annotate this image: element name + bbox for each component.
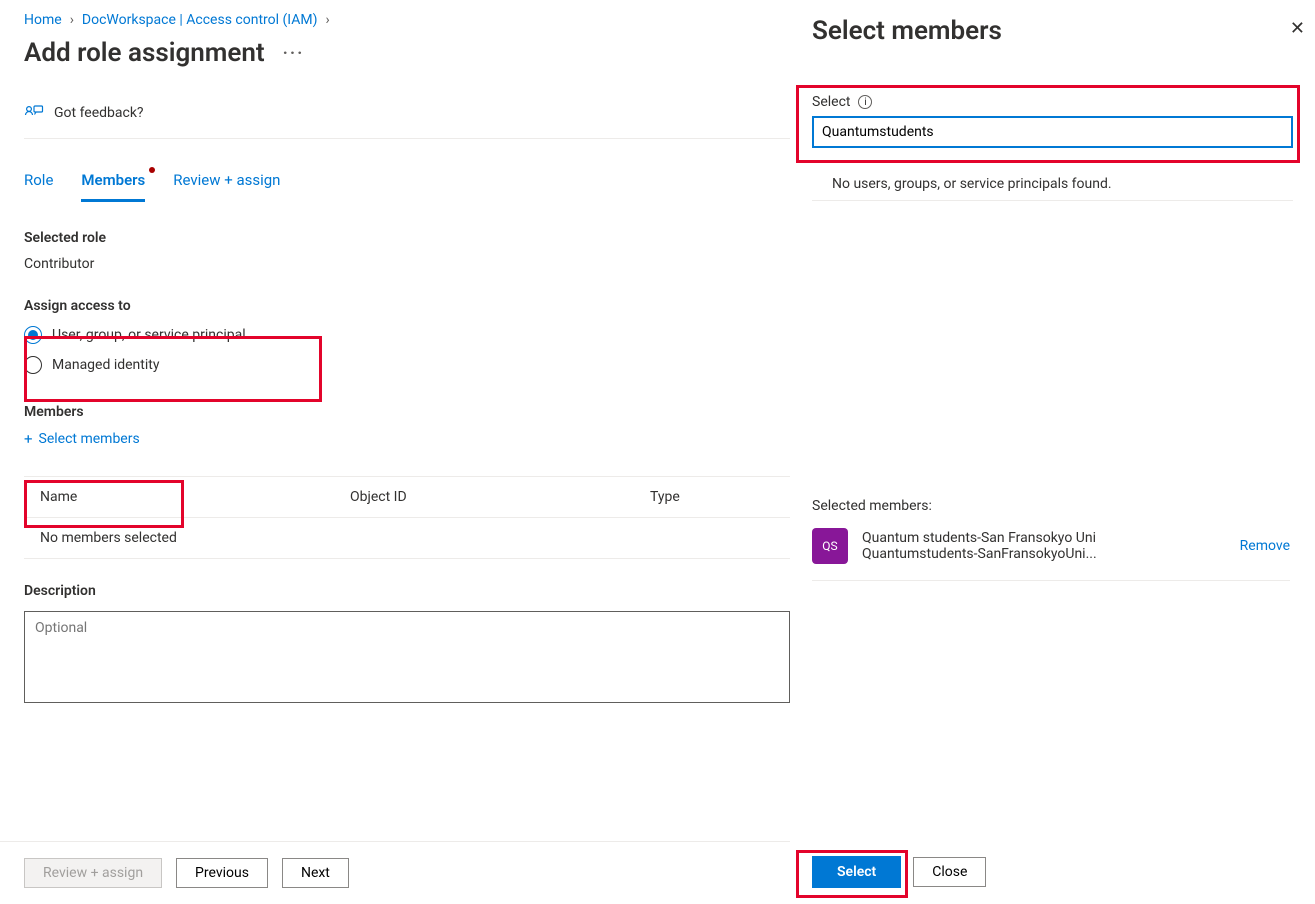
select-members-link[interactable]: + Select members <box>24 430 140 448</box>
selected-role-label: Selected role <box>24 230 790 246</box>
col-object-id: Object ID <box>350 489 650 505</box>
no-results-text: No users, groups, or service principals … <box>812 176 1293 192</box>
feedback-icon <box>24 104 44 122</box>
tab-members[interactable]: Members <box>81 165 145 202</box>
selected-members-label: Selected members: <box>812 498 1290 514</box>
select-members-panel: Select members ✕ Select i No users, grou… <box>790 0 1315 904</box>
breadcrumb-iam[interactable]: DocWorkspace | Access control (IAM) <box>82 12 318 28</box>
member-subtitle: Quantumstudents-SanFransokyoUni... <box>862 546 1226 562</box>
chevron-right-icon: › <box>70 12 74 28</box>
previous-button[interactable]: Previous <box>176 858 268 888</box>
search-input[interactable] <box>812 116 1293 148</box>
breadcrumb: Home › DocWorkspace | Access control (IA… <box>24 12 790 28</box>
select-members-label: Select members <box>39 431 140 447</box>
member-name: Quantum students-San Fransokyo Uni <box>862 530 1226 546</box>
col-type: Type <box>650 489 774 505</box>
selected-role-value: Contributor <box>24 256 790 272</box>
assign-access-label: Assign access to <box>24 298 790 314</box>
select-label: Select <box>812 94 850 110</box>
info-icon[interactable]: i <box>858 95 872 109</box>
page-title-text: Add role assignment <box>24 38 265 68</box>
tab-role[interactable]: Role <box>24 165 53 202</box>
chevron-right-icon: › <box>325 12 329 28</box>
feedback-link[interactable]: Got feedback? <box>54 105 144 121</box>
remove-member-link[interactable]: Remove <box>1240 538 1290 554</box>
close-button[interactable]: Close <box>913 857 986 887</box>
close-icon[interactable]: ✕ <box>1290 18 1305 39</box>
review-assign-button[interactable]: Review + assign <box>24 858 162 888</box>
select-button[interactable]: Select <box>812 856 901 888</box>
selected-member-row: QS Quantum students-San Fransokyo Uni Qu… <box>812 528 1290 581</box>
plus-icon: + <box>24 430 33 448</box>
breadcrumb-home[interactable]: Home <box>24 12 62 28</box>
tabs: Role Members Review + assign <box>24 165 790 202</box>
tab-members-label: Members <box>81 171 145 189</box>
description-label: Description <box>24 583 790 599</box>
tab-review[interactable]: Review + assign <box>173 165 280 202</box>
avatar: QS <box>812 528 848 564</box>
divider <box>812 200 1293 201</box>
panel-title: Select members <box>812 16 1293 46</box>
highlight-box <box>24 336 322 402</box>
description-input[interactable] <box>24 611 790 703</box>
footer-bar: Review + assign Previous Next <box>0 841 790 904</box>
members-label: Members <box>24 404 790 420</box>
tab-dirty-indicator-icon <box>149 167 155 173</box>
page-title: Add role assignment ··· <box>24 38 790 68</box>
table-empty-message: No members selected <box>40 530 350 546</box>
highlight-box <box>24 480 184 528</box>
more-icon[interactable]: ··· <box>283 43 305 64</box>
next-button[interactable]: Next <box>282 858 349 888</box>
